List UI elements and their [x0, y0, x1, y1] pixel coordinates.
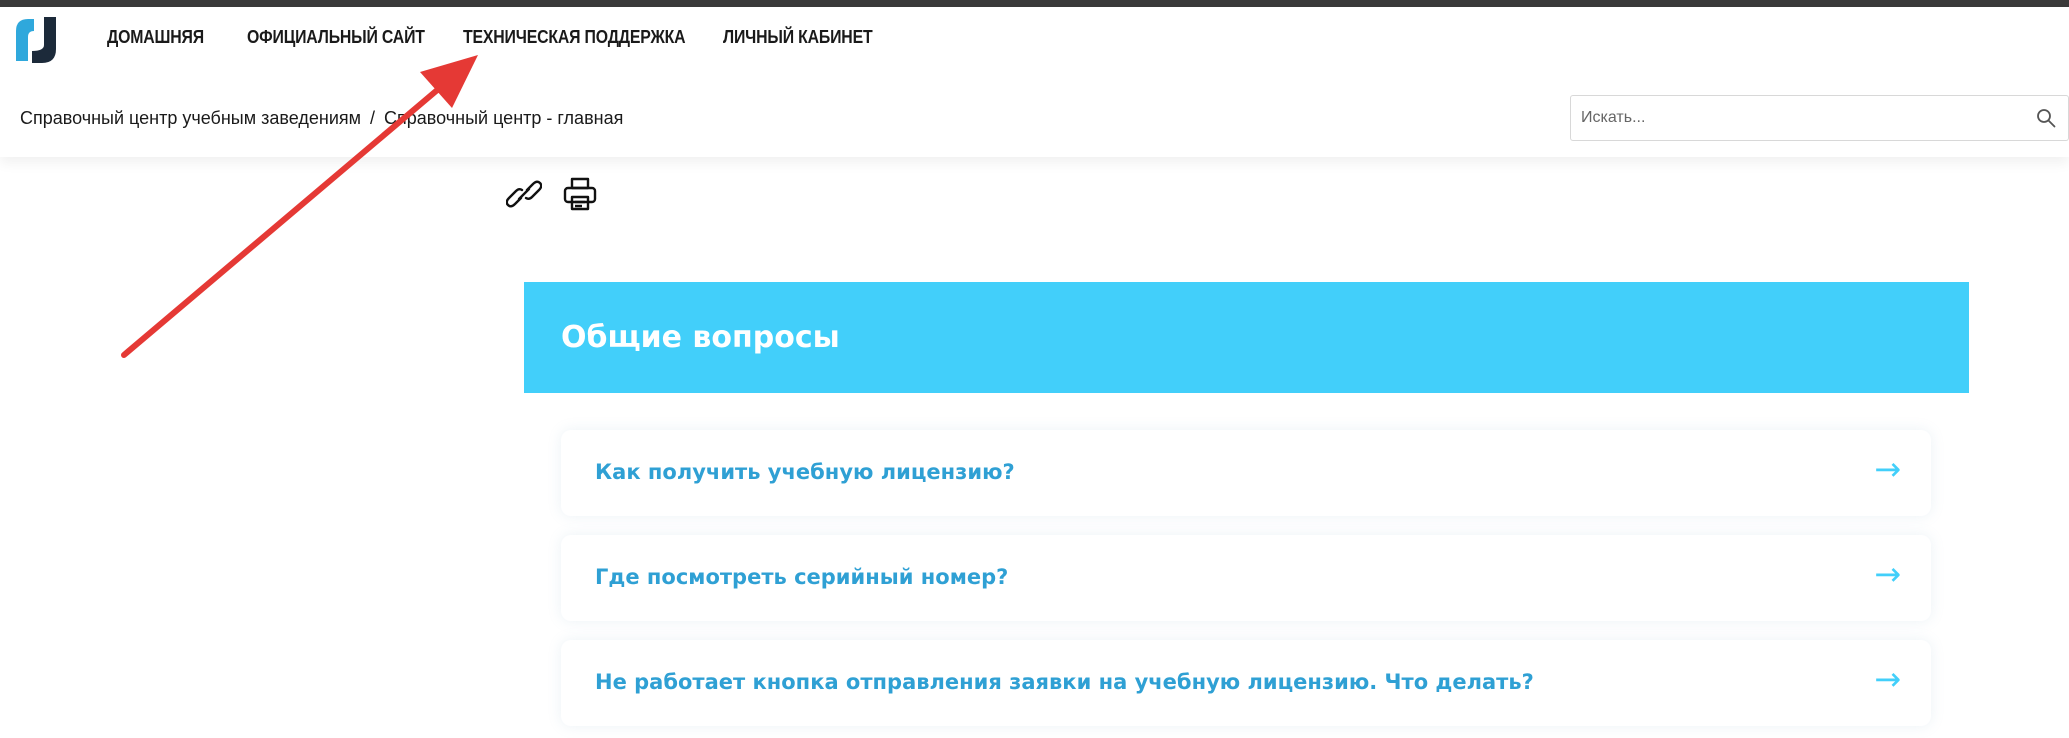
section-title: Общие вопросы	[561, 320, 840, 355]
faq-item[interactable]: Не работает кнопка отправления заявки на…	[561, 640, 1931, 726]
nav-official-site[interactable]: Официальный сайт	[247, 27, 425, 48]
arrow-right-icon: →	[1874, 450, 1901, 488]
breadcrumb-item-help-center[interactable]: Справочный центр учебным заведениям	[20, 108, 361, 128]
faq-item[interactable]: Где посмотреть серийный номер? →	[561, 535, 1931, 621]
breadcrumb-separator: /	[370, 108, 376, 128]
breadcrumb-item-main: Справочный центр - главная	[384, 108, 624, 128]
faq-question[interactable]: Где посмотреть серийный номер?	[595, 565, 1008, 589]
faq-question[interactable]: Не работает кнопка отправления заявки на…	[595, 670, 1534, 694]
faq-question[interactable]: Как получить учебную лицензию?	[595, 460, 1015, 484]
section-header: Общие вопросы	[524, 282, 1969, 393]
print-icon[interactable]	[562, 176, 598, 212]
search-input[interactable]	[1581, 96, 2001, 140]
faq-item[interactable]: Как получить учебную лицензию? →	[561, 430, 1931, 516]
link-icon[interactable]	[506, 176, 542, 212]
top-strip	[0, 0, 2069, 7]
brand-logo[interactable]	[14, 17, 58, 63]
search-icon[interactable]	[2036, 108, 2056, 128]
breadcrumb: Справочный центр учебным заведениям / Спра…	[20, 108, 623, 129]
article-tools	[506, 176, 598, 212]
nav-home[interactable]: Домашняя	[107, 27, 204, 48]
arrow-right-icon: →	[1874, 555, 1901, 593]
site-header: Домашняя Официальный сайт Техническая по…	[0, 7, 2069, 157]
search-box	[1570, 95, 2069, 141]
nav-tech-support[interactable]: Техническая поддержка	[463, 27, 686, 48]
arrow-right-icon: →	[1874, 660, 1901, 698]
nav-account[interactable]: Личный кабинет	[723, 27, 873, 48]
